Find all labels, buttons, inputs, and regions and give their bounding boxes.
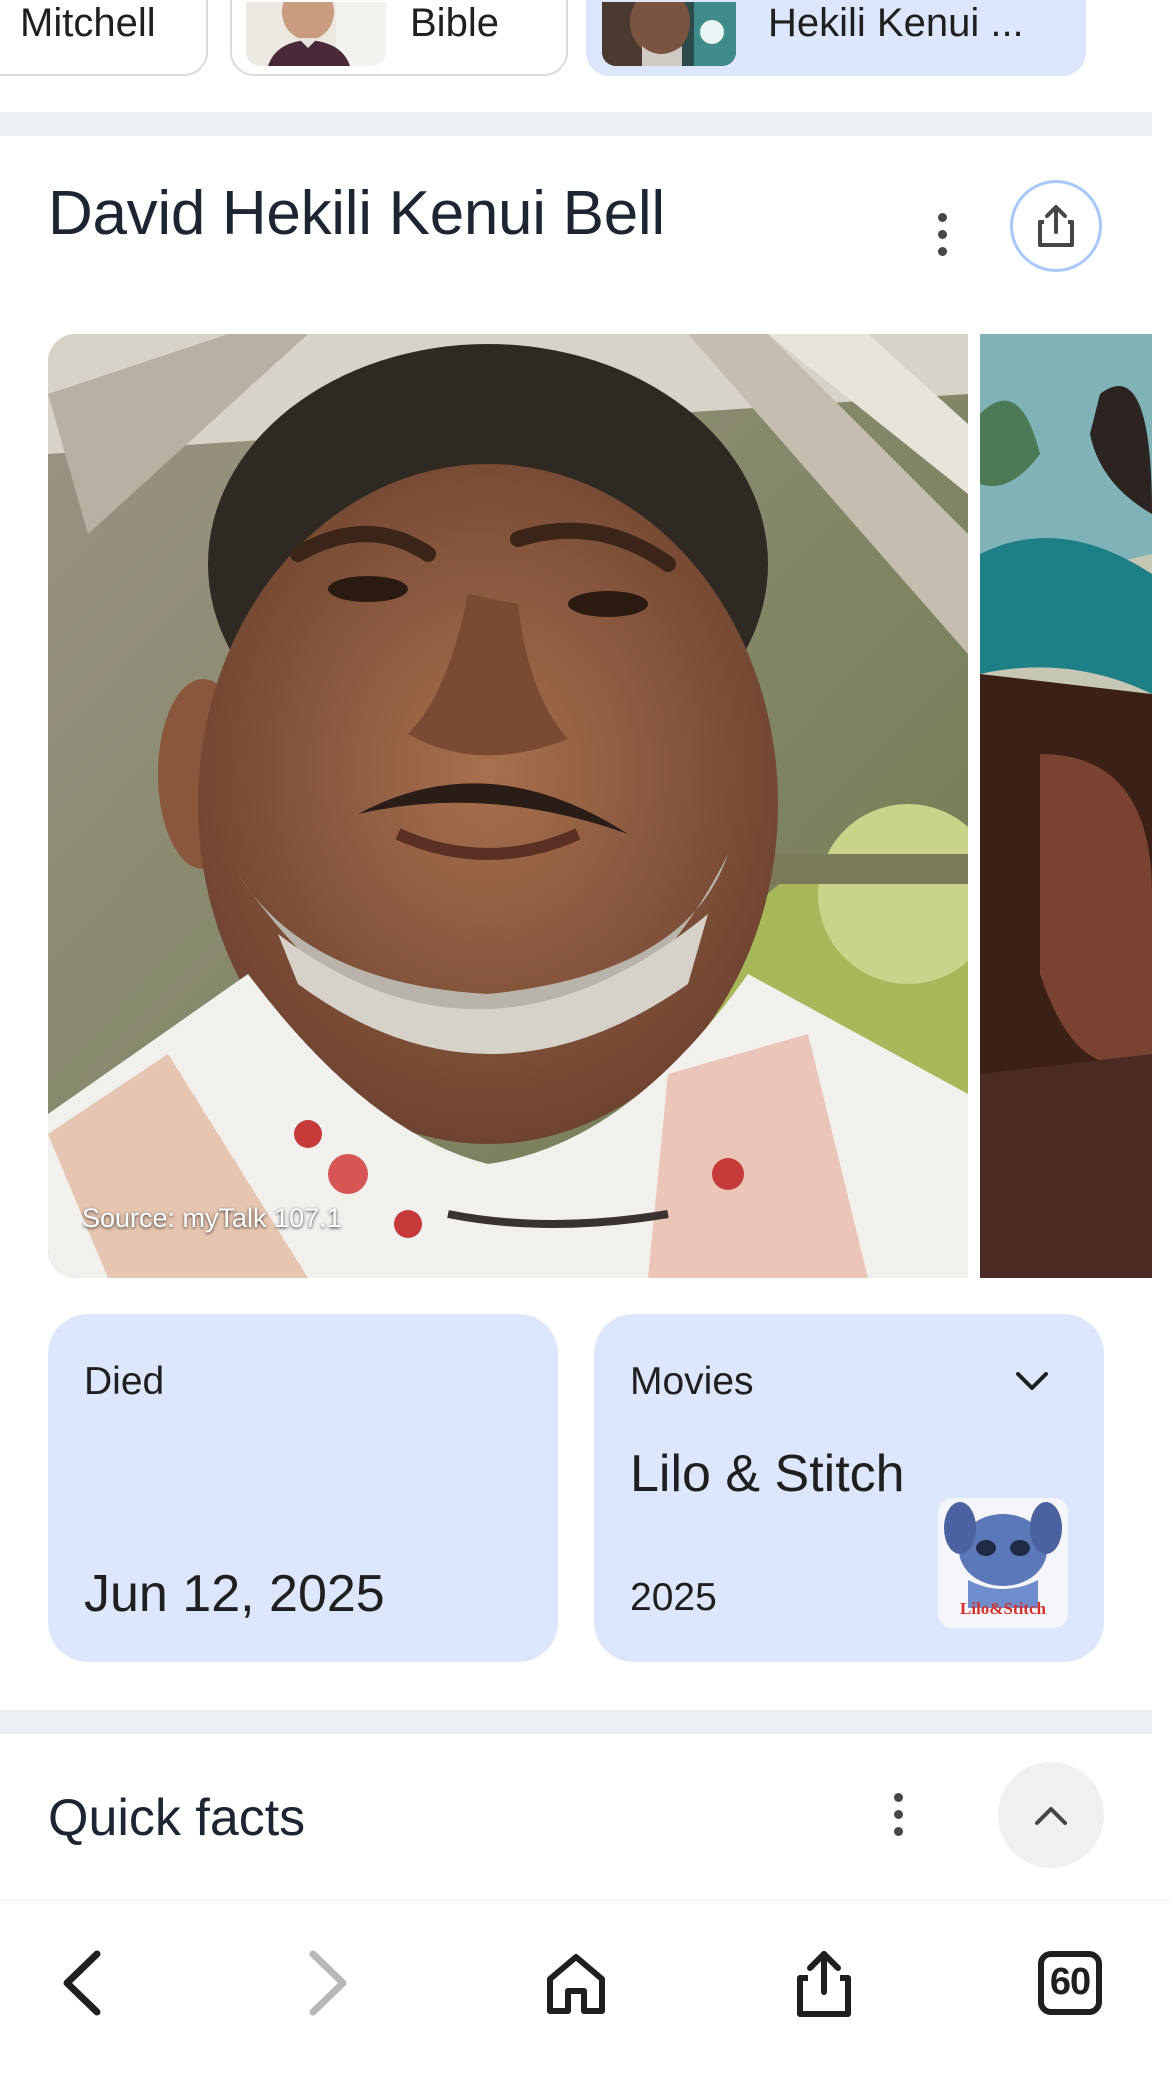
next-photo-peek[interactable] [980,334,1152,1278]
browser-bottom-toolbar: 60 [0,1900,1170,2081]
share-button[interactable] [1010,180,1102,272]
more-options-icon[interactable] [878,1784,918,1844]
entity-title: David Hekili Kenui Bell [48,179,665,248]
chip-label: Hekili Kenui ... [768,1,1024,45]
chip-mitchell[interactable]: Mitchell [0,0,208,76]
chip-thumbnail [246,2,386,66]
chip-bible[interactable]: Bible [230,0,568,76]
quick-facts-heading: Quick facts [48,1789,306,1847]
more-options-icon[interactable] [922,204,962,264]
forward-button[interactable] [286,1941,370,2025]
collapse-quick-facts-button[interactable] [998,1762,1104,1868]
chip-label: Mitchell [20,1,156,45]
share-page-button[interactable] [782,1941,866,2025]
tab-switcher-button[interactable]: 60 [1028,1941,1112,2025]
movies-card[interactable]: Movies Lilo & Stitch 2025 Lilo&Stitch [594,1314,1104,1662]
back-button[interactable] [40,1941,124,2025]
entity-photo[interactable]: Source: myTalk 107.1 [48,334,968,1278]
chevron-down-icon[interactable] [1012,1368,1052,1396]
share-icon [1038,205,1074,247]
back-arrow-icon [63,1950,101,2016]
poster-lettering: Lilo&Stitch [960,1599,1046,1618]
died-card[interactable]: Died Jun 12, 2025 [48,1314,558,1662]
section-divider [0,1710,1152,1734]
related-entities-row: Mitchell Bible Hekili Kenui ... [0,0,1152,112]
chip-label: Bible [410,1,499,45]
home-icon [547,1954,605,2014]
movies-label: Movies [630,1360,754,1403]
movie-poster-thumbnail[interactable]: Lilo&Stitch [938,1498,1068,1628]
chip-hekili-kenui-selected[interactable]: Hekili Kenui ... [586,0,1086,76]
image-source-caption: Source: myTalk 107.1 [82,1203,342,1233]
open-tabs-count: 60 [1049,1961,1091,2003]
share-icon [797,1951,851,2017]
movie-title[interactable]: Lilo & Stitch [630,1442,930,1506]
chip-thumbnail [602,2,736,66]
section-divider [0,112,1152,136]
chevron-up-icon [1035,1807,1067,1825]
home-button[interactable] [534,1941,618,2025]
movie-year: 2025 [630,1576,717,1619]
died-label: Died [84,1360,165,1403]
forward-arrow-icon [309,1950,347,2016]
died-date: Jun 12, 2025 [84,1565,385,1623]
